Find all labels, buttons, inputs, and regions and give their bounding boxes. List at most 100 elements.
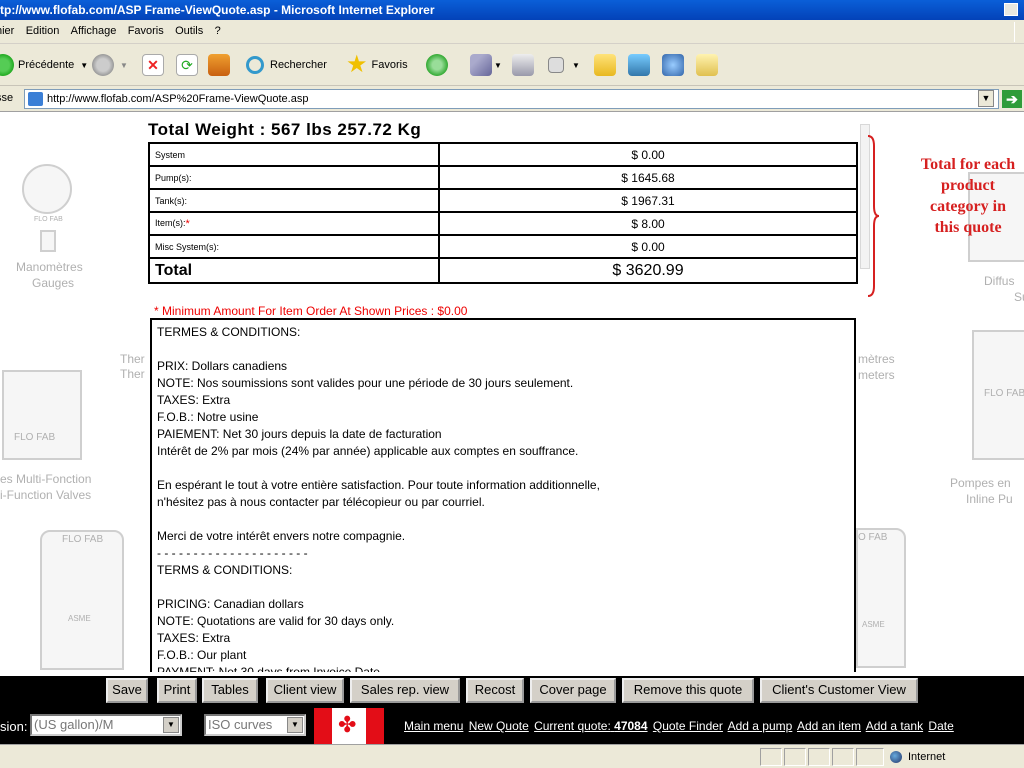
row-value: $ 8.00	[438, 211, 858, 236]
back-label: Précédente	[18, 59, 75, 71]
add-item-link[interactable]: Add an item	[797, 719, 861, 733]
address-dropdown-icon[interactable]: ▼	[978, 90, 994, 107]
remove-quote-button[interactable]: Remove this quote	[622, 678, 754, 703]
tank-right-image	[856, 528, 906, 668]
menu-bar: hier Edition Affichage Favoris Outils ?	[0, 20, 1024, 44]
recost-button[interactable]: Recost	[466, 678, 524, 703]
status-pane	[760, 748, 782, 766]
research-button[interactable]	[662, 53, 684, 77]
menu-tools[interactable]: Outils	[175, 25, 203, 37]
client-view-button[interactable]: Client view	[266, 678, 344, 703]
total-value: $ 3620.99	[438, 257, 858, 284]
forward-button[interactable]: ▼	[92, 53, 128, 77]
units-select[interactable]: (US gallon)/M ▼	[30, 714, 182, 736]
stop-button[interactable]: ✕	[142, 53, 164, 77]
media-icon	[426, 54, 448, 76]
star-icon: ★	[346, 51, 368, 78]
status-pane	[808, 748, 830, 766]
bg-label-meters: meters	[858, 368, 895, 382]
minimize-button[interactable]	[1004, 3, 1018, 16]
tank-right-asme-text: ASME	[862, 620, 885, 629]
row-label: System	[148, 142, 440, 167]
menu-help[interactable]: ?	[215, 25, 221, 37]
row-label-cell: Item(s):*	[148, 211, 440, 236]
refresh-icon: ⟳	[176, 54, 198, 76]
current-quote-link[interactable]: Current quote: 47084	[534, 719, 647, 733]
address-label: sse	[0, 92, 14, 104]
home-button[interactable]	[208, 53, 230, 77]
annotation-line: product	[941, 177, 995, 194]
annotation-line: this quote	[934, 219, 1002, 236]
add-tank-link[interactable]: Add a tank	[866, 719, 923, 733]
media-button[interactable]	[426, 53, 448, 77]
bg-label-valves-fr: es Multi-Fonction	[0, 472, 92, 486]
home-icon	[208, 54, 230, 76]
bg-label-metres: mètres	[858, 352, 895, 366]
units-value: (US gallon)/M	[34, 717, 114, 732]
printer-icon	[512, 54, 534, 76]
minimum-order-note: * Minimum Amount For Item Order At Shown…	[154, 304, 468, 318]
edit-toolbar-button[interactable]: ▼	[548, 53, 580, 77]
row-value: $ 1967.31	[438, 188, 858, 213]
favorites-button[interactable]: ★ Favoris	[346, 53, 408, 77]
clients-customer-view-button[interactable]: Client's Customer View	[760, 678, 918, 703]
tank-right-brand-text: O FAB	[858, 532, 888, 543]
new-quote-link[interactable]: New Quote	[469, 719, 529, 733]
flag-left-band	[314, 708, 332, 744]
address-input[interactable]: http://www.flofab.com/ASP%20Frame-ViewQu…	[24, 89, 999, 109]
mail-button[interactable]: ▼	[470, 53, 502, 77]
page-content: FLO FAB Manomètres Gauges Ther Ther FLO …	[0, 112, 1024, 672]
canada-flag-icon[interactable]: ✤	[314, 708, 384, 744]
cover-page-button[interactable]: Cover page	[530, 678, 616, 703]
go-arrow-icon[interactable]: ➔	[1002, 90, 1022, 108]
gauge-image	[22, 164, 72, 214]
curves-select[interactable]: ISO curves ▼	[204, 714, 306, 736]
inline-pump-brand-text: FLO FAB	[984, 388, 1024, 399]
status-pane	[856, 748, 884, 766]
table-row: Item(s):* $ 8.00	[148, 211, 858, 236]
menu-edit[interactable]: Edition	[26, 25, 60, 37]
forward-dropdown-icon[interactable]: ▼	[120, 61, 128, 70]
window-title: tp://www.flofab.com/ASP Frame-ViewQuote.…	[0, 3, 435, 17]
menu-view[interactable]: Affichage	[71, 25, 117, 37]
edit-dropdown-icon[interactable]: ▼	[572, 61, 580, 70]
quote-finder-link[interactable]: Quote Finder	[653, 719, 723, 733]
refresh-button[interactable]: ⟳	[176, 53, 198, 77]
total-row: Total $ 3620.99	[148, 257, 858, 284]
menu-file[interactable]: hier	[0, 25, 14, 37]
search-label: Rechercher	[270, 59, 327, 71]
bg-label-inline: Inline Pu	[966, 492, 1013, 506]
table-row: Misc System(s): $ 0.00	[148, 234, 858, 259]
mail-dropdown-icon[interactable]: ▼	[494, 61, 502, 70]
globe-icon	[890, 751, 902, 763]
bg-label-ther2: Ther	[120, 367, 145, 381]
edit-page-icon	[548, 57, 564, 73]
main-menu-link[interactable]: Main menu	[404, 719, 463, 733]
row-label: Pump(s):	[148, 165, 440, 190]
annotation-callout: Total for each product category in this …	[906, 154, 1024, 238]
folder-button[interactable]	[594, 53, 616, 77]
date-link[interactable]: Date	[928, 719, 953, 733]
add-pump-link[interactable]: Add a pump	[728, 719, 793, 733]
bg-label-valves-en: i-Function Valves	[0, 488, 92, 502]
research-icon	[662, 54, 684, 76]
category-totals-table: System $ 0.00 Pump(s): $ 1645.68 Tank(s): $…	[148, 142, 858, 284]
save-button[interactable]: Save	[106, 678, 148, 703]
back-button[interactable]: Précédente ▼	[0, 53, 88, 77]
total-label: Total	[148, 257, 440, 284]
tables-button[interactable]: Tables	[202, 678, 258, 703]
back-dropdown-icon[interactable]: ▼	[80, 61, 88, 70]
print-toolbar-button[interactable]	[512, 53, 534, 77]
stop-icon: ✕	[142, 54, 164, 76]
row-value: $ 1645.68	[438, 165, 858, 190]
search-button[interactable]: Rechercher	[246, 53, 327, 77]
table-row: Tank(s): $ 1967.31	[148, 188, 858, 213]
back-arrow-icon	[0, 54, 14, 76]
clipboard-button[interactable]	[696, 53, 718, 77]
menu-favorites[interactable]: Favoris	[128, 25, 164, 37]
status-pane	[784, 748, 806, 766]
chevron-down-icon: ▼	[287, 717, 303, 733]
messenger-button[interactable]	[628, 53, 650, 77]
sales-rep-view-button[interactable]: Sales rep. view	[350, 678, 460, 703]
print-button[interactable]: Print	[157, 678, 197, 703]
